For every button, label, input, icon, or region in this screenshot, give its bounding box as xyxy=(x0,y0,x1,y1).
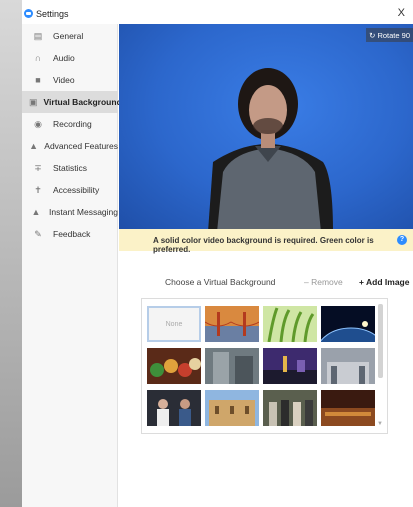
statistics-icon: ∓ xyxy=(34,162,42,173)
rotate-button[interactable]: ↻ Rotate 90 xyxy=(366,28,413,42)
sidebar-item-video[interactable]: ■ Video xyxy=(22,69,118,91)
background-tile-golden-gate-bridge[interactable] xyxy=(205,306,259,342)
rotate-icon: ↻ xyxy=(369,30,376,40)
accessibility-icon: ✝ xyxy=(34,184,42,195)
group-thumbnail xyxy=(263,390,317,426)
desktop-backdrop xyxy=(0,0,22,507)
sidebar-item-virtual-background[interactable]: ▣ Virtual Background xyxy=(22,91,122,113)
bridge-thumbnail xyxy=(205,306,259,342)
headphones-icon: ∩ xyxy=(34,53,42,63)
background-tile-city-night[interactable] xyxy=(263,348,317,384)
hall-thumbnail xyxy=(205,348,259,384)
background-tile-group-of-people[interactable] xyxy=(263,390,317,426)
sidebar-item-label: Audio xyxy=(53,53,75,63)
earth-thumbnail xyxy=(321,306,375,342)
background-tile-orchestra-stage[interactable] xyxy=(321,390,375,426)
notice-text: A solid color video background is requir… xyxy=(153,236,374,254)
sidebar-item-feedback[interactable]: ✎ Feedback xyxy=(22,223,118,245)
app-logo-icon xyxy=(24,9,33,18)
background-tile-building-facade[interactable] xyxy=(205,390,259,426)
sidebar: ▤ General ∩ Audio ■ Video ▣ Virtual Back… xyxy=(22,24,122,507)
camera-preview: ↻ Rotate 90 xyxy=(119,24,413,229)
orchestra-thumbnail xyxy=(321,390,375,426)
sidebar-item-label: General xyxy=(53,31,84,41)
title-bar: Settings X xyxy=(22,0,413,24)
person-silhouette xyxy=(208,68,333,229)
sidebar-item-label: Video xyxy=(53,75,75,85)
background-tile-two-people-on-stage[interactable] xyxy=(147,390,201,426)
sidebar-item-label: Statistics xyxy=(53,163,88,173)
advanced-icon: ▲ xyxy=(29,141,39,151)
city-night-thumbnail xyxy=(263,348,317,384)
sidebar-item-recording[interactable]: ◉ Recording xyxy=(22,113,118,135)
background-tile-grand-hall[interactable] xyxy=(321,348,375,384)
sidebar-item-label: Virtual Background xyxy=(43,97,122,107)
sidebar-item-label: Instant Messaging xyxy=(49,207,118,217)
background-tile-muppets-crowd[interactable] xyxy=(147,348,201,384)
grand-hall-thumbnail xyxy=(321,348,375,384)
none-label: None xyxy=(165,320,183,328)
sidebar-item-audio[interactable]: ∩ Audio xyxy=(22,47,118,69)
sidebar-item-statistics[interactable]: ∓ Statistics xyxy=(22,157,118,179)
record-icon: ◉ xyxy=(34,118,42,129)
sidebar-item-label: Accessibility xyxy=(53,185,100,195)
choose-background-label: Choose a Virtual Background xyxy=(165,277,276,287)
sidebar-item-accessibility[interactable]: ✝ Accessibility xyxy=(22,179,118,201)
grass-thumbnail xyxy=(263,306,317,342)
general-icon: ▤ xyxy=(33,30,43,41)
sidebar-item-label: Recording xyxy=(53,119,92,129)
notice-banner: A solid color video background is requir… xyxy=(119,229,413,254)
sidebar-item-advanced-features[interactable]: ▲ Advanced Features xyxy=(22,135,118,157)
building-thumbnail xyxy=(205,390,259,426)
background-icon: ▣ xyxy=(29,96,38,107)
background-tile-interior-hall[interactable] xyxy=(205,348,259,384)
close-button[interactable]: X xyxy=(398,7,405,19)
muppets-thumbnail xyxy=(147,348,201,384)
feedback-icon: ✎ xyxy=(34,228,42,239)
background-tile-none[interactable]: None xyxy=(147,306,201,342)
add-image-button[interactable]: + Add Image xyxy=(359,277,409,287)
stage-thumbnail xyxy=(147,390,201,426)
grid-scrollbar[interactable] xyxy=(378,304,383,378)
sidebar-item-instant-messaging[interactable]: ▲ Instant Messaging xyxy=(22,201,118,223)
background-tile-grass[interactable] xyxy=(263,306,317,342)
camera-icon: ■ xyxy=(35,75,41,85)
help-icon[interactable]: ? xyxy=(397,235,407,245)
rotate-label: Rotate 90 xyxy=(377,30,410,40)
sidebar-item-general[interactable]: ▤ General xyxy=(22,25,118,47)
scroll-down-icon[interactable]: ▼ xyxy=(377,421,383,427)
remove-button[interactable]: – Remove xyxy=(304,277,343,287)
sidebar-item-label: Feedback xyxy=(53,229,91,239)
chat-icon: ▲ xyxy=(31,207,41,217)
background-tile-earth-from-space[interactable] xyxy=(321,306,375,342)
sidebar-item-label: Advanced Features xyxy=(44,141,118,151)
window-title: Settings xyxy=(36,9,69,19)
